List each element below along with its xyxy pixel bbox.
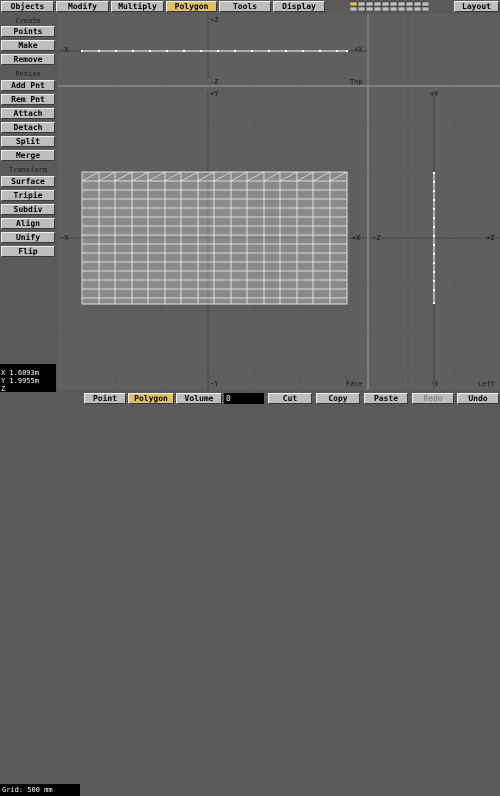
viewport-canvas[interactable] (58, 13, 500, 390)
polygon-mode-button[interactable]: Polygon (128, 393, 174, 404)
subdiv-button[interactable]: Subdiv (1, 204, 55, 215)
split-button[interactable]: Split (1, 136, 55, 147)
face-minus-x-label: -X (60, 234, 69, 242)
revise-header: Revise (15, 70, 41, 78)
face-view-mesh (81, 171, 348, 305)
top-minus-x-label: -X (60, 46, 69, 54)
viewport-area[interactable]: Top Face Left +Z -X +X -Z +Y -X +X -Y +Y… (58, 13, 500, 390)
status-bar: Grid: 500 mm Point Polygon Volume 0 Cut … (0, 392, 500, 796)
top-plus-x-label: +X (354, 46, 363, 54)
layer-grid-icon[interactable] (349, 1, 450, 13)
top-view-label: Top (350, 78, 363, 86)
point-mode-button[interactable]: Point (84, 393, 126, 404)
coordinate-readout: X 1.6893m Y 1.9955m Z (0, 364, 56, 393)
cut-button[interactable]: Cut (268, 393, 312, 404)
undo-button[interactable]: Undo (457, 393, 499, 404)
face-view-label: Face (346, 380, 363, 388)
left-minus-z-label: -Z (372, 234, 381, 242)
merge-button[interactable]: Merge (1, 150, 55, 161)
detach-button[interactable]: Detach (1, 122, 55, 133)
top-plus-z-label: +Z (210, 16, 219, 24)
tripie-button[interactable]: Tripie (1, 190, 55, 201)
left-plus-z-label: +Z (486, 234, 495, 242)
make-button[interactable]: Make (1, 40, 55, 51)
tab-polygon[interactable]: Polygon (166, 1, 217, 12)
flip-button[interactable]: Flip (1, 246, 55, 257)
grid-size-readout: Grid: 500 mm (0, 784, 80, 796)
tab-tools[interactable]: Tools (219, 1, 271, 12)
top-minus-z-label: -Z (210, 78, 219, 86)
top-view-mesh (81, 50, 348, 52)
attach-button[interactable]: Attach (1, 108, 55, 119)
points-button[interactable]: Points (1, 26, 55, 37)
tab-display[interactable]: Display (273, 1, 325, 12)
create-header: Create (15, 17, 41, 25)
top-tab-bar: Objects Modify Multiply Polygon Tools Di… (0, 0, 500, 14)
face-plus-x-label: +X (352, 234, 361, 242)
left-plus-y-label: +Y (430, 90, 439, 98)
unify-button[interactable]: Unify (1, 232, 55, 243)
face-minus-y-label: -Y (210, 380, 219, 388)
tab-modify[interactable]: Modify (56, 1, 109, 12)
tab-objects[interactable]: Objects (1, 1, 54, 12)
tab-multiply[interactable]: Multiply (111, 1, 164, 12)
volume-value-field[interactable]: 0 (224, 393, 264, 404)
align-button[interactable]: Align (1, 218, 55, 229)
transform-header: Transform (9, 166, 47, 174)
paste-button[interactable]: Paste (364, 393, 408, 404)
layer-palette[interactable] (349, 1, 450, 13)
face-plus-y-label: +Y (210, 90, 219, 98)
copy-button[interactable]: Copy (316, 393, 360, 404)
tab-layout[interactable]: Layout (454, 1, 499, 12)
surface-button[interactable]: Surface (1, 176, 55, 187)
coord-y: Y 1.9955m (1, 377, 39, 385)
coord-x: X 1.6893m (1, 369, 39, 377)
remove-button[interactable]: Remove (1, 54, 55, 65)
left-view-label: Left (478, 380, 495, 388)
volume-mode-button[interactable]: Volume (176, 393, 222, 404)
rem-pnt-button[interactable]: Rem Pnt (1, 94, 55, 105)
redo-button[interactable]: Redo (412, 393, 454, 404)
add-pnt-button[interactable]: Add Pnt (1, 80, 55, 91)
left-minus-y-label: -Y (430, 380, 439, 388)
